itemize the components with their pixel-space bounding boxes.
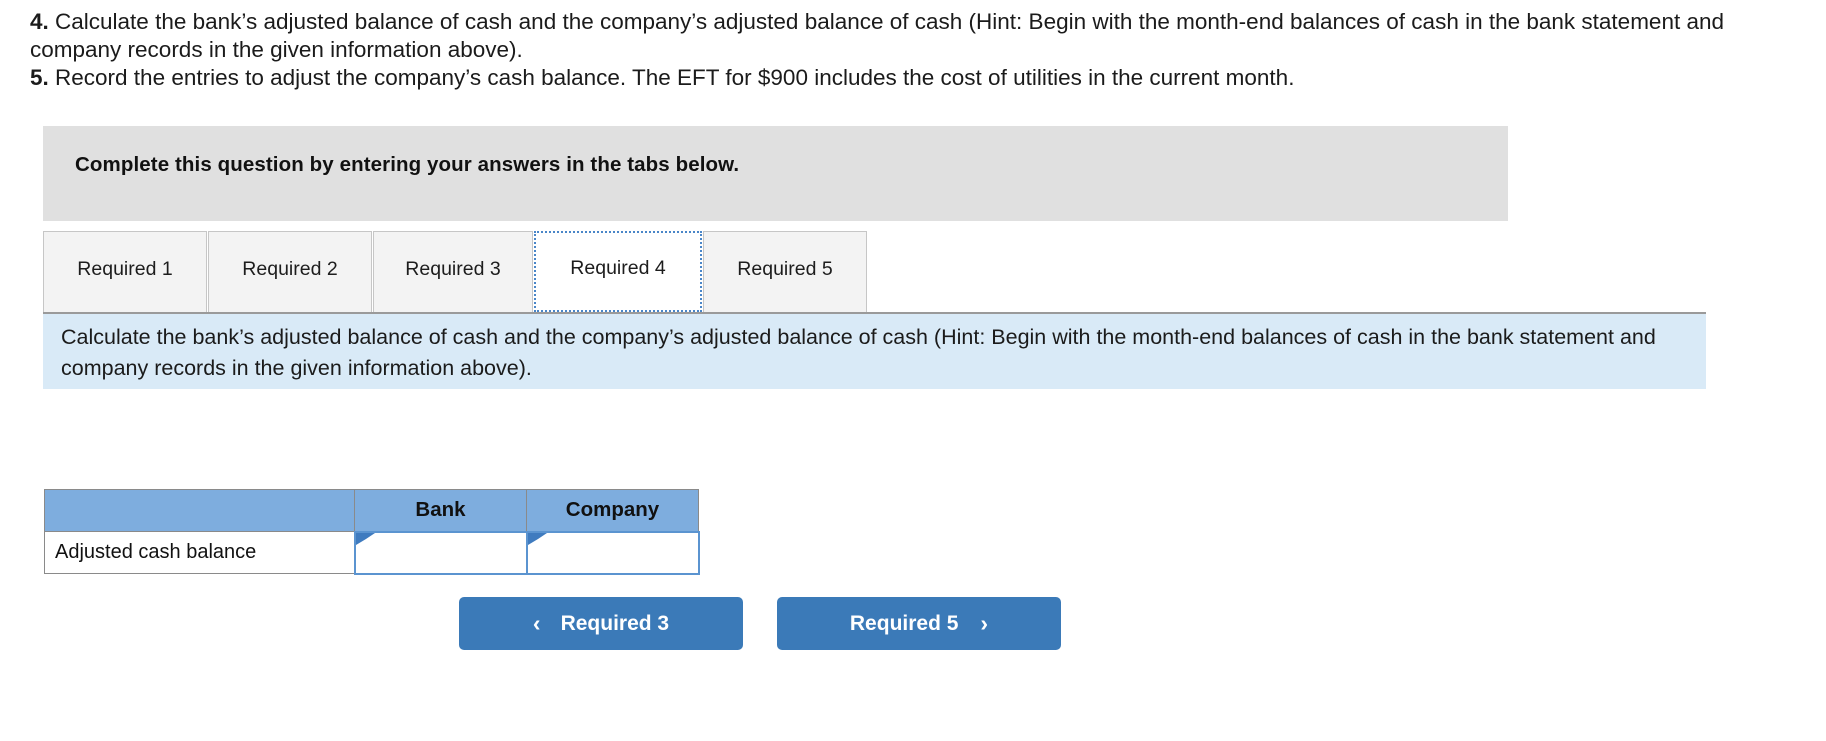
- question-prompt: 4. Calculate the bank’s adjusted balance…: [0, 0, 1826, 92]
- table-head: Bank Company: [44, 489, 699, 532]
- table-header-company: Company: [526, 489, 699, 532]
- tab-required-5-label: Required 5: [737, 257, 833, 280]
- table-row: Adjusted cash balance: [44, 530, 700, 575]
- question-5-number: 5.: [30, 65, 49, 90]
- question-4-body: Calculate the bank’s adjusted balance of…: [30, 9, 1725, 62]
- bank-adjusted-balance-input[interactable]: [355, 532, 526, 573]
- required-tabs: Required 1 Required 2 Required 3 Require…: [43, 231, 868, 312]
- requirement-description-text: Calculate the bank’s adjusted balance of…: [61, 325, 1656, 380]
- company-value-cell[interactable]: [525, 530, 700, 575]
- instruction-banner: Complete this question by entering your …: [43, 126, 1508, 221]
- chevron-right-icon: ›: [980, 610, 989, 636]
- tab-required-3[interactable]: Required 3: [373, 231, 533, 312]
- previous-required-button[interactable]: ‹ Required 3: [459, 597, 743, 650]
- previous-required-button-label: Required 3: [560, 611, 670, 635]
- requirement-description-panel: Calculate the bank’s adjusted balance of…: [43, 312, 1706, 389]
- question-5-body: Record the entries to adjust the company…: [48, 65, 1295, 90]
- table-header-blank: [44, 489, 355, 532]
- tab-required-4-label: Required 4: [570, 257, 666, 279]
- tab-required-1-label: Required 1: [77, 257, 173, 280]
- adjusted-cash-balance-table: Bank Company Adjusted cash balance: [44, 489, 700, 575]
- table-body: Adjusted cash balance: [44, 530, 700, 575]
- question-4-number: 4.: [30, 9, 49, 34]
- navigation-buttons: ‹ Required 3 Required 5 ›: [459, 597, 1061, 650]
- tab-required-1[interactable]: Required 1: [43, 231, 207, 312]
- next-required-button[interactable]: Required 5 ›: [777, 597, 1061, 650]
- question-4-text: 4. Calculate the bank’s adjusted balance…: [30, 8, 1808, 64]
- tab-required-3-label: Required 3: [405, 257, 501, 280]
- tab-required-2[interactable]: Required 2: [208, 231, 372, 312]
- next-required-button-label: Required 5: [849, 611, 959, 635]
- table-header-row: Bank Company: [44, 489, 699, 532]
- chevron-left-icon: ‹: [532, 610, 541, 636]
- tab-required-2-label: Required 2: [242, 257, 338, 280]
- question-5-text: 5. Record the entries to adjust the comp…: [30, 64, 1808, 92]
- bank-value-cell[interactable]: [353, 530, 528, 575]
- company-adjusted-balance-input[interactable]: [527, 532, 698, 573]
- tab-required-5[interactable]: Required 5: [703, 231, 867, 312]
- instruction-banner-text: Complete this question by entering your …: [75, 153, 740, 176]
- row-label-adjusted-cash-balance: Adjusted cash balance: [44, 531, 355, 574]
- table-header-bank: Bank: [354, 489, 527, 532]
- tab-required-4[interactable]: Required 4: [534, 231, 702, 312]
